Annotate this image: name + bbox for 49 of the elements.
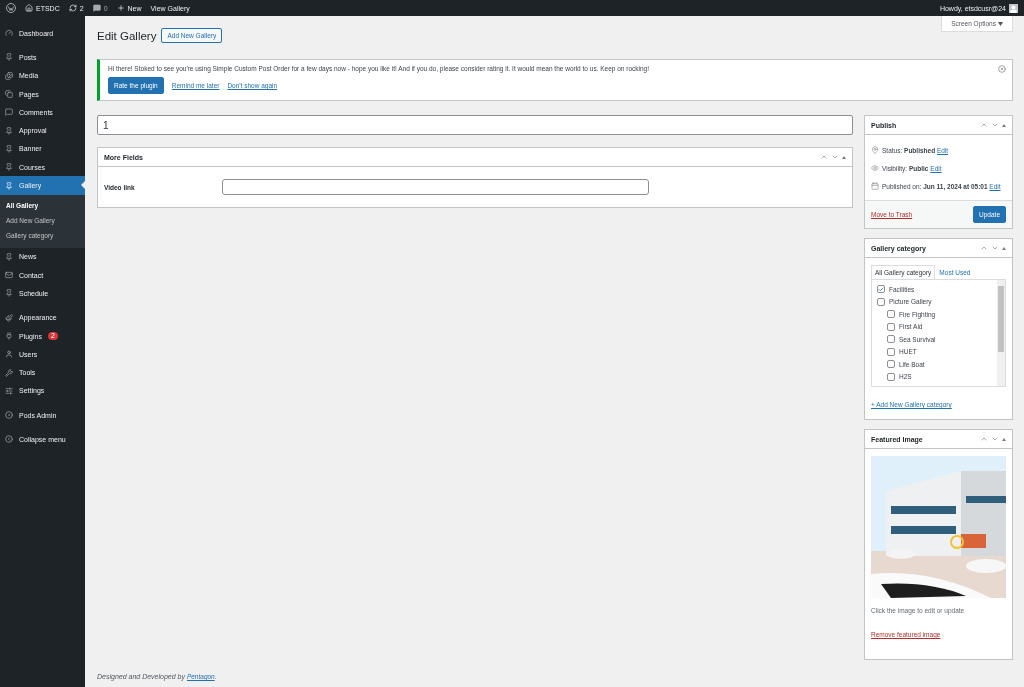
move-up-icon[interactable] [980, 244, 988, 252]
checkbox[interactable] [887, 335, 895, 344]
wordpress-logo-icon[interactable] [6, 3, 16, 13]
menu-icon [5, 181, 13, 190]
menu-icon [5, 332, 13, 340]
menu-icon [5, 144, 13, 153]
move-down-icon[interactable] [831, 153, 839, 161]
menu-icon [5, 368, 13, 377]
menu-icon [5, 252, 13, 261]
menu-icon [5, 126, 13, 135]
move-up-icon[interactable] [980, 435, 988, 443]
menu-icon [5, 163, 13, 172]
menu-icon [5, 289, 13, 298]
plus-icon [116, 4, 125, 12]
menu-icon [5, 411, 13, 420]
move-up-icon[interactable] [980, 121, 988, 129]
checkbox[interactable] [887, 310, 895, 319]
menu-icon [5, 271, 13, 280]
menu-icon [5, 350, 13, 359]
calendar-icon [871, 182, 879, 190]
input-field[interactable] [222, 179, 649, 195]
comment-icon [92, 4, 101, 12]
checkbox[interactable] [887, 347, 895, 356]
checkbox[interactable] [877, 297, 885, 306]
move-down-icon[interactable] [991, 244, 999, 252]
checkbox[interactable] [887, 322, 895, 331]
menu-icon [5, 386, 13, 395]
pin-icon [871, 146, 879, 154]
checkbox[interactable] [887, 360, 895, 369]
move-up-icon[interactable] [820, 153, 828, 161]
menu-icon [5, 29, 13, 38]
move-down-icon[interactable] [991, 435, 999, 443]
checkbox[interactable] [877, 285, 885, 294]
page-title: Edit Gallery [97, 29, 157, 42]
avatar-icon [1009, 3, 1018, 13]
menu-icon [5, 313, 13, 322]
eye-icon [871, 164, 879, 172]
refresh-icon [68, 4, 77, 12]
menu-icon [5, 108, 13, 117]
menu-icon [5, 71, 13, 80]
menu-icon [5, 53, 13, 62]
home-icon [25, 4, 33, 12]
menu-icon [5, 435, 13, 444]
caret-icon [997, 22, 1003, 26]
menu-icon [5, 90, 13, 99]
close-icon[interactable] [998, 65, 1006, 73]
move-down-icon[interactable] [991, 121, 999, 129]
checkbox[interactable] [887, 372, 895, 381]
title-field[interactable]: 1 [97, 115, 853, 135]
